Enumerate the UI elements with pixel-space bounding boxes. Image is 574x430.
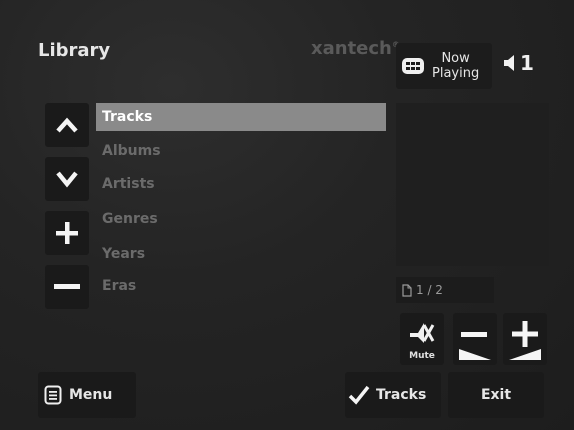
mute-button[interactable]: Mute — [400, 313, 444, 365]
list-item-albums[interactable]: Albums — [96, 131, 386, 166]
speaker-icon — [504, 55, 514, 71]
plus-icon — [56, 222, 78, 244]
page-title: Library — [38, 40, 111, 61]
chevron-down-icon — [56, 171, 78, 188]
checkmark-icon — [348, 385, 370, 405]
list-item-artists[interactable]: Artists — [96, 166, 386, 201]
page-indicator: 1 / 2 — [396, 277, 494, 303]
mute-icon — [410, 323, 435, 343]
grid-icon — [400, 56, 426, 76]
now-playing-button[interactable]: Now Playing — [396, 43, 492, 89]
volume-down-button[interactable] — [453, 313, 497, 365]
add-button[interactable] — [45, 211, 89, 255]
menu-icon — [44, 385, 62, 405]
album-art-panel — [396, 103, 549, 266]
zone-number: 1 — [520, 51, 534, 75]
exit-label: Exit — [480, 387, 512, 403]
document-icon — [402, 283, 412, 297]
volume-up-icon — [509, 321, 541, 360]
exit-button[interactable]: Exit — [448, 372, 544, 418]
zone-indicator: 1 — [504, 51, 534, 75]
now-playing-label: Now Playing — [432, 51, 479, 81]
logo-text: xantech — [311, 38, 392, 59]
tracks-button[interactable]: Tracks — [345, 372, 441, 418]
volume-down-icon — [459, 332, 491, 360]
menu-button[interactable]: Menu — [38, 372, 136, 418]
list-item-genres[interactable]: Genres — [96, 201, 386, 236]
tracks-label: Tracks — [376, 387, 427, 403]
menu-label: Menu — [69, 387, 113, 403]
browse-list: Tracks Albums Artists Genres Years Eras — [96, 103, 386, 306]
brand-logo: xantech® — [311, 38, 400, 59]
remove-button[interactable] — [45, 265, 89, 309]
screen: Library xantech® Now Playing 1 — [0, 0, 574, 430]
scroll-down-button[interactable] — [45, 157, 89, 201]
now-playing-line1: Now — [441, 51, 470, 66]
page-text: 1 / 2 — [416, 283, 443, 297]
now-playing-line2: Playing — [432, 66, 480, 81]
chevron-up-icon — [56, 117, 78, 133]
volume-up-button[interactable] — [503, 313, 547, 365]
list-item-tracks[interactable]: Tracks — [96, 103, 386, 131]
minus-icon — [54, 284, 80, 289]
mute-label: Mute — [409, 351, 435, 361]
list-item-years[interactable]: Years — [96, 236, 386, 271]
list-item-eras[interactable]: Eras — [96, 271, 386, 306]
scroll-up-button[interactable] — [45, 103, 89, 147]
